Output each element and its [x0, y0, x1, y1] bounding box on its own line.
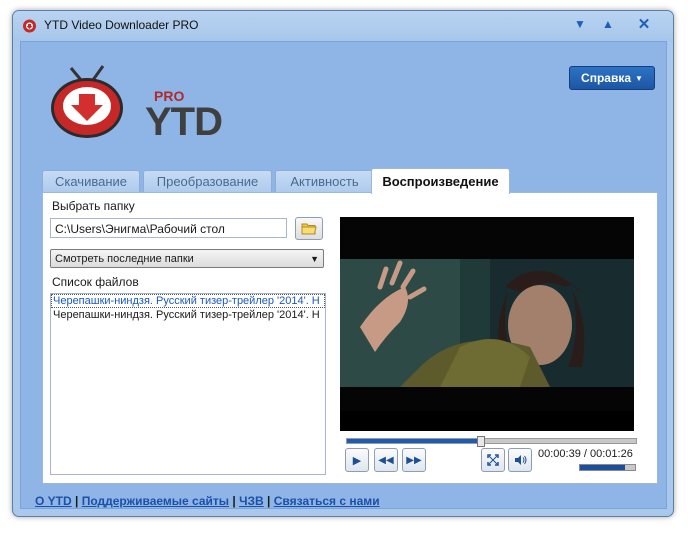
logo-ytd-text: YTD — [145, 100, 223, 144]
footer-separator: | — [75, 494, 79, 508]
fast-forward-button[interactable]: ▶▶ — [402, 448, 426, 472]
files-label: Список файлов — [52, 275, 139, 289]
window-title: YTD Video Downloader PRO — [44, 18, 199, 32]
seek-slider[interactable] — [346, 436, 637, 447]
play-icon: ▶ — [352, 454, 362, 467]
volume-slider[interactable] — [579, 464, 636, 471]
time-readout: 00:00:39 / 00:01:26 — [538, 448, 633, 460]
about-link[interactable]: О YTD — [35, 494, 72, 508]
folder-icon — [301, 223, 317, 235]
app-window: YTD Video Downloader PRO ▼ ▲ ✕ PRO YTD С… — [12, 10, 674, 517]
footer-links: О YTD | Поддерживаемые сайты | ЧЗВ | Свя… — [35, 494, 380, 508]
title-bar[interactable]: YTD Video Downloader PRO ▼ ▲ ✕ — [13, 11, 673, 41]
ytd-app-icon — [23, 19, 36, 33]
recent-folders-value: Смотреть последние папки — [55, 253, 194, 265]
help-button-label: Справка — [581, 71, 632, 85]
fullscreen-icon — [487, 454, 499, 466]
seek-handle[interactable] — [476, 436, 485, 447]
chevron-down-icon: ▼ — [310, 254, 319, 264]
rewind-icon: ◀◀ — [378, 454, 394, 466]
video-frame — [340, 217, 634, 431]
folder-label: Выбрать папку — [52, 199, 135, 213]
footer-separator: | — [267, 494, 271, 508]
contact-link[interactable]: Связаться с нами — [274, 494, 380, 508]
play-button[interactable]: ▶ — [345, 448, 369, 472]
playback-panel: Выбрать папку C:\Users\Энигма\Рабочий ст… — [42, 192, 658, 484]
browse-folder-button[interactable] — [295, 217, 323, 240]
list-item[interactable]: Черепашки-ниндзя. Русский тизер-трейлер … — [51, 308, 325, 322]
supported-sites-link[interactable]: Поддерживаемые сайты — [82, 494, 229, 508]
tab-activity[interactable]: Активность — [275, 170, 374, 192]
speaker-icon — [514, 455, 526, 465]
rewind-button[interactable]: ◀◀ — [374, 448, 398, 472]
tab-playback[interactable]: Воспроизведение — [371, 168, 510, 194]
tab-convert[interactable]: Преобразование — [143, 170, 272, 192]
close-button[interactable]: ✕ — [631, 14, 657, 34]
tab-download[interactable]: Скачивание — [42, 170, 140, 192]
minimize-button[interactable]: ▼ — [569, 14, 591, 34]
volume-fill — [580, 465, 626, 470]
fast-forward-icon: ▶▶ — [406, 454, 422, 466]
file-list[interactable]: Черепашки-ниндзя. Русский тизер-трейлер … — [50, 293, 326, 475]
maximize-button[interactable]: ▲ — [597, 14, 619, 34]
folder-path-input[interactable]: C:\Users\Энигма\Рабочий стол — [50, 218, 287, 238]
video-player[interactable] — [340, 217, 634, 431]
help-button[interactable]: Справка ▼ — [569, 66, 655, 90]
faq-link[interactable]: ЧЗВ — [239, 494, 264, 508]
app-client-area: PRO YTD Справка ▼ Скачивание Преобразова… — [20, 41, 667, 509]
chevron-down-icon: ▼ — [635, 73, 643, 83]
tv-logo-icon — [51, 65, 123, 138]
fullscreen-button[interactable] — [481, 448, 505, 472]
list-item[interactable]: Черепашки-ниндзя. Русский тизер-трейлер … — [51, 294, 325, 308]
volume-button[interactable] — [508, 448, 532, 472]
ytd-logo: PRO YTD — [41, 58, 241, 144]
recent-folders-select[interactable]: Смотреть последние папки ▼ — [50, 249, 324, 268]
seek-progress-fill — [347, 439, 480, 443]
footer-separator: | — [232, 494, 236, 508]
